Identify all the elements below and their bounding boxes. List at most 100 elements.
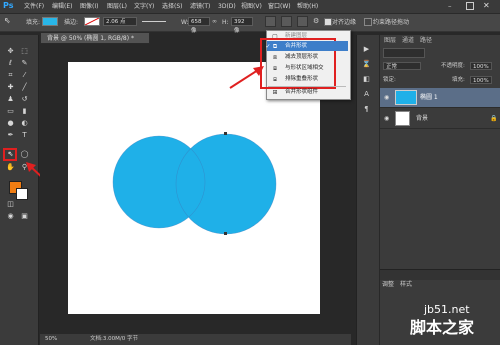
menu-help[interactable]: 帮助(H) xyxy=(297,2,318,11)
gear-icon[interactable]: ⚙ xyxy=(313,17,322,26)
watermark-text: 脚本之家 xyxy=(410,318,475,337)
menu-item-intersect-shape[interactable]: 与形状区域相交 xyxy=(267,63,348,73)
character-icon[interactable]: A xyxy=(362,90,371,99)
app-logo: Ps xyxy=(3,1,14,10)
align-edges-label: 对齐边缘 xyxy=(332,19,357,26)
play-icon[interactable]: ▶ xyxy=(362,45,371,54)
merge-components-icon: ⊞ xyxy=(272,89,278,96)
zoom-level[interactable]: 50% xyxy=(45,334,57,345)
anchor-point-bottom[interactable] xyxy=(224,232,227,235)
constrain-checkbox[interactable] xyxy=(364,18,372,26)
watermark-url: jb51.net xyxy=(424,303,470,316)
menu-select[interactable]: 选择(S) xyxy=(162,2,183,11)
menu-item-exclude-overlap[interactable]: 排除重叠形状 xyxy=(267,74,348,84)
crop-tool-icon[interactable]: ⌗ xyxy=(6,71,15,80)
menu-layer[interactable]: 图层(L) xyxy=(107,2,127,11)
lock-label: 锁定: xyxy=(383,77,396,83)
menu-item-combine-shapes[interactable]: 合并形状 xyxy=(267,41,348,51)
stamp-tool-icon[interactable]: ♟ xyxy=(6,95,15,104)
menu-filter[interactable]: 滤镜(T) xyxy=(190,2,210,11)
blur-tool-icon[interactable]: ● xyxy=(6,119,15,128)
menu-item-merge-components[interactable]: 合并形状组件 xyxy=(267,87,348,97)
quick-mask-icon[interactable]: ◉ xyxy=(6,212,15,221)
constrain-label: 约束路径拖动 xyxy=(373,19,410,26)
minimize-icon[interactable]: – xyxy=(448,2,456,10)
fill-label: 填充: xyxy=(26,19,41,26)
opacity-field[interactable]: 100% xyxy=(470,62,492,70)
menu-bar: Ps 文件(F) 编辑(E) 图像(I) 图层(L) 文字(Y) 选择(S) 滤… xyxy=(0,0,500,14)
combine-shapes-icon: ⧉ xyxy=(272,43,278,50)
layer-name[interactable]: 背景 xyxy=(416,115,428,123)
type-tool-icon[interactable]: T xyxy=(20,131,29,140)
menu-image[interactable]: 图像(I) xyxy=(80,2,98,11)
brush-tool-icon[interactable]: ╱ xyxy=(20,83,29,92)
path-select-tool-icon[interactable]: ⇖ xyxy=(4,16,14,26)
healing-tool-icon[interactable]: ✚ xyxy=(6,83,15,92)
hand-tool-icon[interactable]: ✋ xyxy=(6,163,15,172)
menu-item-subtract-shape[interactable]: 减去顶层形状 xyxy=(267,52,348,62)
menu-file[interactable]: 文件(F) xyxy=(24,2,44,11)
opacity-label: 不透明度: xyxy=(441,63,465,69)
eye-icon[interactable]: ◉ xyxy=(384,94,392,102)
tab-layers[interactable]: 图层 xyxy=(384,37,396,45)
layer-filter-select[interactable] xyxy=(383,48,425,58)
marquee-tool-icon[interactable]: ⬚ xyxy=(20,47,29,56)
dodge-tool-icon[interactable]: ◐ xyxy=(20,119,29,128)
close-icon[interactable]: ✕ xyxy=(483,1,493,11)
status-bar: 50% 文档:3.00M/0 字节 xyxy=(40,334,351,345)
height-field[interactable]: 392 像 xyxy=(231,17,253,34)
stroke-type-line[interactable] xyxy=(142,21,166,22)
document-info: 文档:3.00M/0 字节 xyxy=(90,336,138,342)
lasso-tool-icon[interactable]: ℓ xyxy=(6,59,15,68)
path-arrange-button[interactable] xyxy=(297,16,308,27)
path-alignment-button[interactable] xyxy=(281,16,292,27)
blend-mode-select[interactable]: 正常 xyxy=(383,62,421,70)
width-field[interactable]: 658 像 xyxy=(188,17,210,34)
maximize-icon[interactable] xyxy=(466,2,474,10)
tab-adjustments[interactable]: 调整 xyxy=(382,281,394,289)
move-tool-icon[interactable]: ✥ xyxy=(6,47,15,56)
history-icon[interactable]: ⌛ xyxy=(362,60,371,69)
fill-label-layers: 填充: xyxy=(452,77,465,83)
lock-icon: 🔒 xyxy=(490,115,498,122)
tab-paths[interactable]: 路径 xyxy=(420,37,432,45)
quick-select-tool-icon[interactable]: ✎ xyxy=(20,59,29,68)
layer-row-background[interactable]: ◉ 背景 🔒 xyxy=(380,109,500,129)
gradient-tool-icon[interactable]: ▮ xyxy=(20,107,29,116)
stroke-width-field[interactable]: 2.06 点 xyxy=(103,17,137,26)
tab-styles[interactable]: 样式 xyxy=(400,281,412,289)
tab-channels[interactable]: 通道 xyxy=(402,37,414,45)
layer-thumbnail-background xyxy=(395,111,410,126)
fill-swatch[interactable] xyxy=(42,17,58,26)
align-edges-checkbox[interactable] xyxy=(324,18,332,26)
menu-edit[interactable]: 编辑(E) xyxy=(52,2,72,11)
eyedropper-tool-icon[interactable]: ⁄ xyxy=(20,71,29,80)
paragraph-icon[interactable]: ¶ xyxy=(362,105,371,114)
menu-type[interactable]: 文字(Y) xyxy=(134,2,154,11)
layers-bottom-bar xyxy=(380,269,500,280)
eraser-tool-icon[interactable]: ▭ xyxy=(6,107,15,116)
pen-tool-icon[interactable]: ✒ xyxy=(6,131,15,140)
ellipse-tool-icon[interactable]: ◯ xyxy=(20,150,29,159)
menu-window[interactable]: 窗口(W) xyxy=(268,2,291,11)
h-label: H: xyxy=(222,19,229,26)
document-tab[interactable]: 背景 @ 50% (椭圆 1, RGB/8) * xyxy=(40,32,150,44)
layer-thumbnail-ellipse xyxy=(395,90,417,105)
path-operations-button[interactable] xyxy=(265,16,276,27)
eye-icon[interactable]: ◉ xyxy=(384,115,392,123)
path-selection-tool-icon[interactable]: ⇖ xyxy=(6,150,15,159)
adjust-icon[interactable]: ◧ xyxy=(362,75,371,84)
stroke-swatch[interactable] xyxy=(84,17,100,26)
fill-field[interactable]: 100% xyxy=(470,76,492,84)
layer-name[interactable]: 椭圆 1 xyxy=(420,94,438,102)
menu-3d[interactable]: 3D(D) xyxy=(218,2,236,11)
link-icon[interactable]: ∞ xyxy=(212,18,220,26)
subtract-shape-icon: ⧈ xyxy=(273,54,277,61)
exclude-overlap-icon: ⧆ xyxy=(273,76,277,83)
default-colors-icon[interactable]: ◫ xyxy=(6,200,15,209)
menu-view[interactable]: 视图(V) xyxy=(241,2,262,11)
history-brush-tool-icon[interactable]: ↺ xyxy=(20,95,29,104)
screen-mode-icon[interactable]: ▣ xyxy=(20,212,29,221)
layer-row-ellipse[interactable]: ◉ 椭圆 1 xyxy=(380,88,500,108)
anchor-point-top[interactable] xyxy=(224,132,227,135)
